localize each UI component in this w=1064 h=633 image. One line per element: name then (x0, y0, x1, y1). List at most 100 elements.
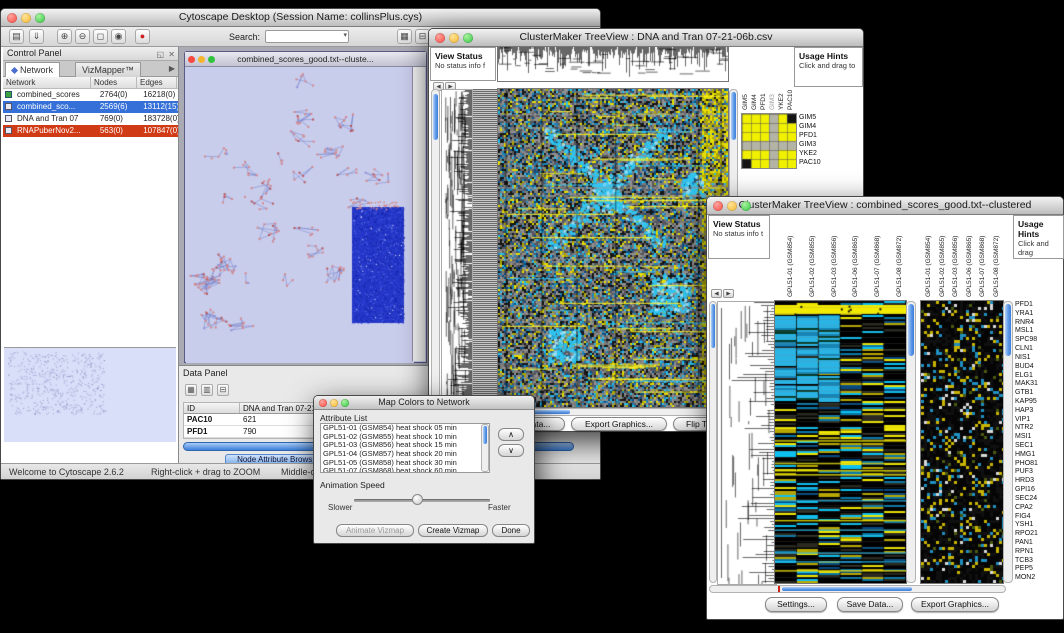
gene-label[interactable]: PUF3 (1015, 468, 1063, 477)
network-canvas[interactable] (186, 67, 414, 363)
treeview-combined-titlebar[interactable]: ClusterMaker TreeView : combined_scores_… (707, 197, 1063, 215)
animate-vizmap-button[interactable]: Animate Vizmap (336, 524, 414, 537)
gene-label[interactable]: PEP5 (1015, 565, 1063, 574)
tree-vertical-scrollbar[interactable] (431, 89, 440, 407)
minimize-icon[interactable] (198, 56, 205, 63)
scroll-right-icon[interactable]: ▶ (723, 289, 734, 298)
global-heatmap[interactable] (921, 301, 1003, 583)
gene-label[interactable]: MON2 (1015, 574, 1063, 583)
gene-label[interactable]: NIS1 (1015, 354, 1063, 363)
network-view-titlebar[interactable]: combined_scores_good.txt--cluste... (185, 52, 426, 67)
attribute-list-item[interactable]: GPL51-07 (GSM868) heat shock 60 min (321, 467, 489, 473)
attribute-list-scrollbar[interactable] (481, 424, 489, 472)
gene-label[interactable]: FIG4 (1015, 513, 1063, 522)
scroll-thumb[interactable] (731, 92, 736, 140)
column-dendrogram[interactable] (498, 47, 728, 81)
network-list-row[interactable]: combined_scores2764(0)16218(0) (3, 89, 178, 101)
zoom-icon[interactable] (35, 13, 45, 23)
dialog-titlebar[interactable]: Map Colors to Network (314, 396, 534, 410)
gene-label[interactable]: SEC24 (1015, 495, 1063, 504)
gene-label[interactable]: YSH1 (1015, 521, 1063, 530)
gene-label[interactable]: RPN1 (1015, 548, 1063, 557)
tree-vertical-scrollbar[interactable] (709, 301, 717, 583)
scroll-thumb[interactable] (483, 426, 487, 444)
settings-button[interactable]: Settings... (765, 597, 827, 612)
gene-label[interactable]: GPI16 (1015, 486, 1063, 495)
export-graphics-button[interactable]: Export Graphics... (571, 417, 667, 431)
expression-heatmap[interactable] (498, 89, 728, 407)
gene-label[interactable]: YRA1 (1015, 310, 1063, 319)
attribute-table-icon[interactable]: ▥ (201, 384, 213, 396)
close-icon[interactable] (7, 13, 17, 23)
open-session-icon[interactable]: ▤ (9, 29, 24, 44)
zoom-icon[interactable] (208, 56, 215, 63)
gene-label[interactable]: RPO21 (1015, 530, 1063, 539)
gene-label[interactable]: TCB3 (1015, 557, 1063, 566)
network-list-row[interactable]: RNAPuberNov2...563(0)107847(0) (3, 125, 178, 137)
gene-label[interactable]: PAN1 (1015, 539, 1063, 548)
correlation-matrix[interactable] (741, 113, 797, 169)
gene-label[interactable]: RNR4 (1015, 319, 1063, 328)
tab-network[interactable]: Network (5, 62, 60, 77)
move-up-button[interactable]: ∧ (498, 428, 524, 441)
zoom-fit-icon[interactable]: ◻ (93, 29, 108, 44)
zoom-selected-icon[interactable]: ◉ (111, 29, 126, 44)
zoom-out-icon[interactable]: ⊖ (75, 29, 90, 44)
minimize-icon[interactable] (449, 33, 459, 43)
scroll-thumb[interactable] (1005, 304, 1011, 356)
tab-overflow-icon[interactable]: ▶ (169, 64, 175, 73)
gene-label[interactable]: CPA2 (1015, 504, 1063, 513)
gene-name-strip[interactable] (473, 89, 498, 407)
gene-label[interactable]: HAP3 (1015, 407, 1063, 416)
close-icon[interactable] (713, 201, 723, 211)
gene-label[interactable]: HMG1 (1015, 451, 1063, 460)
gene-label[interactable]: PFD1 (1015, 301, 1063, 310)
done-button[interactable]: Done (492, 524, 530, 537)
import-network-icon[interactable]: ⇓ (29, 29, 44, 44)
cytoscape-titlebar[interactable]: Cytoscape Desktop (Session Name: collins… (1, 9, 600, 27)
gene-label[interactable]: CLN1 (1015, 345, 1063, 354)
zoom-icon[interactable] (741, 201, 751, 211)
network-list-row[interactable]: combined_sco...2569(6)13112(15) (3, 101, 178, 113)
float-panel-icon[interactable]: ◱ (156, 48, 164, 61)
zoom-icon[interactable] (463, 33, 473, 43)
gene-label[interactable]: ELG1 (1015, 372, 1063, 381)
export-graphics-button[interactable]: Export Graphics... (911, 597, 999, 612)
destroy-network-icon[interactable]: ● (135, 29, 150, 44)
scroll-thumb[interactable] (782, 587, 912, 591)
gene-label[interactable]: HRD3 (1015, 477, 1063, 486)
close-panel-icon[interactable]: ✕ (168, 48, 175, 61)
gene-label[interactable]: SEC1 (1015, 442, 1063, 451)
gene-label[interactable]: PHO81 (1015, 460, 1063, 469)
minimize-icon[interactable] (727, 201, 737, 211)
minimize-icon[interactable] (330, 399, 338, 407)
gene-label[interactable]: NTR2 (1015, 424, 1063, 433)
gene-label[interactable]: MSL1 (1015, 327, 1063, 336)
gene-dendrogram[interactable] (441, 89, 473, 409)
gene-label[interactable]: GTB1 (1015, 389, 1063, 398)
gene-label[interactable]: KAP95 (1015, 398, 1063, 407)
gene-label[interactable]: MSI1 (1015, 433, 1063, 442)
gene-label[interactable]: VIP1 (1015, 416, 1063, 425)
search-input[interactable]: ▾ (265, 30, 349, 43)
search-dropdown-icon[interactable]: ▾ (343, 31, 347, 39)
network-list-row[interactable]: DNA and Tran 07769(0)183728(0) (3, 113, 178, 125)
gene-label[interactable]: BUD4 (1015, 363, 1063, 372)
scroll-thumb[interactable] (433, 94, 438, 140)
attribute-matrix-icon[interactable]: ⊟ (217, 384, 229, 396)
attribute-select-icon[interactable]: ▦ (185, 384, 197, 396)
scroll-left-icon[interactable]: ◀ (711, 289, 722, 298)
close-icon[interactable] (435, 33, 445, 43)
tab-vizmapper[interactable]: VizMapper™ (75, 62, 141, 77)
move-down-button[interactable]: ∨ (498, 444, 524, 457)
network-view-scrollbar[interactable] (412, 67, 425, 361)
network-overview-thumbnail[interactable] (4, 347, 176, 442)
grid-view-icon[interactable]: ▦ (397, 29, 412, 44)
bottom-horizontal-scrollbar[interactable] (709, 585, 1006, 593)
zoom-icon[interactable] (341, 399, 349, 407)
heatmap-vertical-scrollbar[interactable] (906, 301, 916, 583)
gene-label[interactable]: SPC98 (1015, 336, 1063, 345)
zoom-in-icon[interactable]: ⊕ (57, 29, 72, 44)
treeview-dna-titlebar[interactable]: ClusterMaker TreeView : DNA and Tran 07-… (429, 29, 863, 47)
minimize-icon[interactable] (21, 13, 31, 23)
